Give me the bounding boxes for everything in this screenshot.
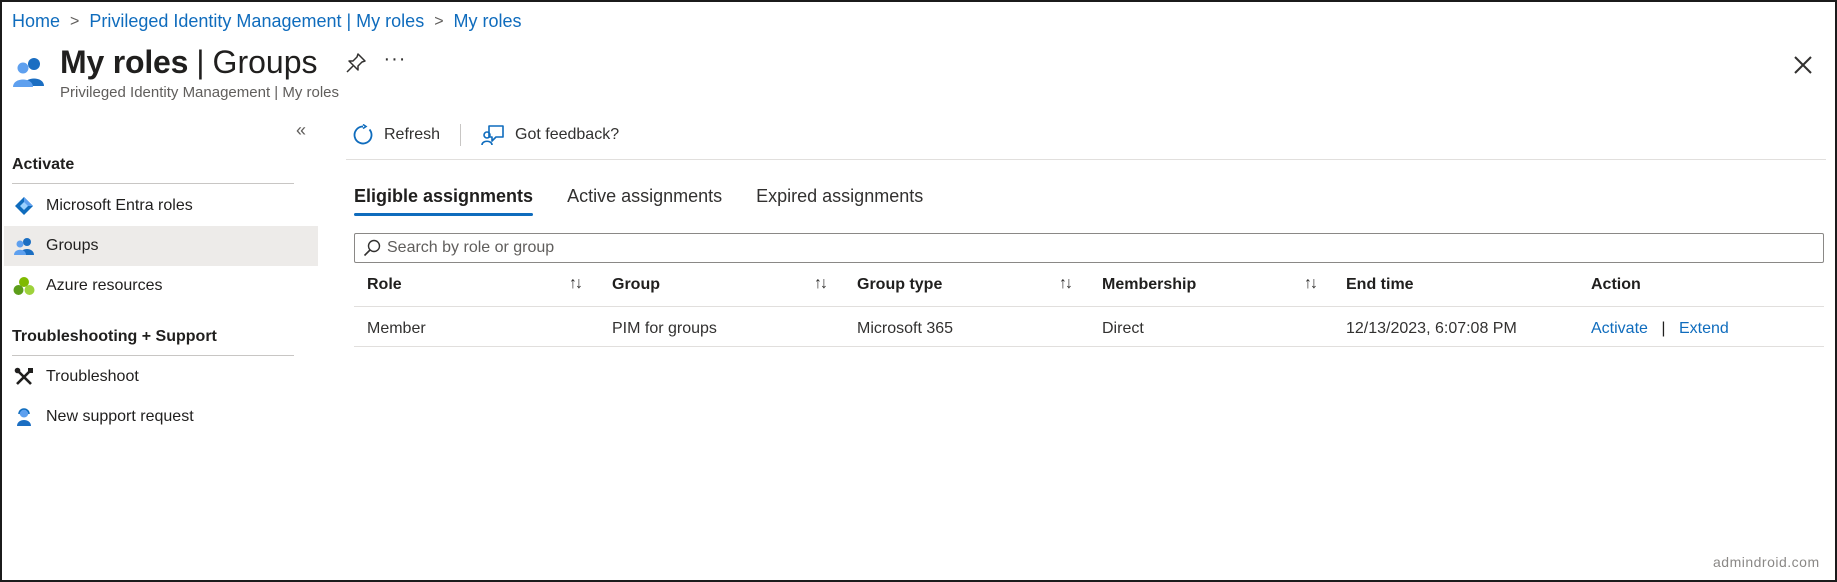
sort-icon[interactable]: ↑↓ [1059, 275, 1073, 293]
window-frame: Home > Privileged Identity Management | … [0, 0, 1837, 582]
extend-link[interactable]: Extend [1679, 320, 1729, 337]
cell-membership: Direct [1102, 320, 1144, 337]
support-person-icon [13, 406, 35, 428]
pin-icon[interactable] [345, 52, 367, 74]
sidebar-item-azure-resources[interactable]: Azure resources [4, 266, 318, 306]
sidebar-item-label: New support request [46, 408, 194, 425]
search-input[interactable] [387, 239, 1787, 257]
more-options-icon[interactable]: ··· [383, 49, 406, 69]
cell-action: Activate | Extend [1591, 320, 1729, 338]
column-header-end-time[interactable]: End time [1346, 276, 1414, 294]
table-row-divider [354, 346, 1824, 347]
sidebar-item-label: Microsoft Entra roles [46, 197, 193, 214]
close-icon[interactable] [1790, 52, 1816, 78]
feedback-icon [481, 125, 504, 146]
page-title-sub: Groups [212, 44, 318, 80]
refresh-icon [353, 124, 373, 145]
sidebar-item-label: Azure resources [46, 277, 163, 294]
sidebar-item-microsoft-entra-roles[interactable]: Microsoft Entra roles [4, 186, 318, 226]
sidebar-item-groups[interactable]: Groups [4, 226, 318, 266]
sidebar-item-label: Groups [46, 237, 99, 254]
refresh-label: Refresh [384, 126, 441, 143]
sort-icon[interactable]: ↑↓ [569, 275, 583, 293]
feedback-label: Got feedback? [515, 126, 620, 143]
page-title-main: My roles [60, 44, 189, 80]
feedback-button[interactable]: Got feedback? [481, 124, 619, 146]
search-box [354, 233, 1824, 263]
toolbar-divider [460, 124, 462, 146]
collapse-sidebar-icon[interactable]: « [296, 120, 306, 141]
breadcrumb-home[interactable]: Home [12, 11, 60, 32]
search-icon [363, 239, 381, 257]
tab-active-assignments[interactable]: Active assignments [567, 186, 722, 216]
toolbar-divider-line [346, 159, 1826, 160]
column-header-action: Action [1591, 276, 1641, 293]
page-title-divider: | [196, 44, 205, 80]
sidebar-item-label: Troubleshoot [46, 368, 139, 385]
column-header-membership[interactable]: Membership [1102, 276, 1196, 294]
page-title: My roles | Groups ··· [60, 44, 406, 81]
activate-link[interactable]: Activate [1591, 320, 1648, 337]
page-subtitle: Privileged Identity Management | My role… [60, 84, 340, 101]
column-header-group[interactable]: Group [612, 276, 660, 294]
sidebar-item-troubleshoot[interactable]: Troubleshoot [4, 357, 318, 397]
tab-eligible-assignments[interactable]: Eligible assignments [354, 186, 534, 216]
breadcrumb-separator-icon: > [434, 12, 444, 30]
section-divider [12, 355, 294, 356]
cell-end-time: 12/13/2023, 6:07:08 PM [1346, 320, 1517, 337]
section-heading-activate: Activate [12, 156, 75, 173]
table-header-divider [354, 306, 1824, 307]
cell-group-type: Microsoft 365 [857, 320, 954, 337]
assignment-tabs: Eligible assignments Active assignments … [354, 186, 957, 216]
watermark: admindroid.com [1713, 554, 1820, 570]
section-heading-troubleshooting-support: Troubleshooting + Support [12, 328, 217, 345]
wrench-screwdriver-icon [13, 366, 35, 388]
users-icon [13, 58, 44, 87]
sidebar-item-new-support-request[interactable]: New support request [4, 397, 318, 437]
groups-icon [13, 235, 35, 257]
column-header-group-type[interactable]: Group type [857, 276, 942, 294]
breadcrumb-my-roles[interactable]: My roles [454, 11, 522, 32]
tab-expired-assignments[interactable]: Expired assignments [756, 186, 923, 216]
column-header-role[interactable]: Role [367, 276, 402, 294]
azure-resources-icon [13, 275, 35, 297]
sort-icon[interactable]: ↑↓ [1304, 275, 1318, 293]
cell-role: Member [367, 320, 426, 337]
breadcrumb-pim-my-roles[interactable]: Privileged Identity Management | My role… [89, 11, 424, 32]
section-divider [12, 183, 294, 184]
refresh-button[interactable]: Refresh [352, 124, 440, 146]
cell-group: PIM for groups [612, 320, 717, 337]
breadcrumb: Home > Privileged Identity Management | … [12, 11, 522, 32]
breadcrumb-separator-icon: > [70, 12, 80, 30]
entra-diamond-icon [13, 195, 35, 217]
action-separator: | [1661, 320, 1666, 337]
sort-icon[interactable]: ↑↓ [814, 275, 828, 293]
command-bar: Refresh Got feedback? [352, 124, 619, 146]
